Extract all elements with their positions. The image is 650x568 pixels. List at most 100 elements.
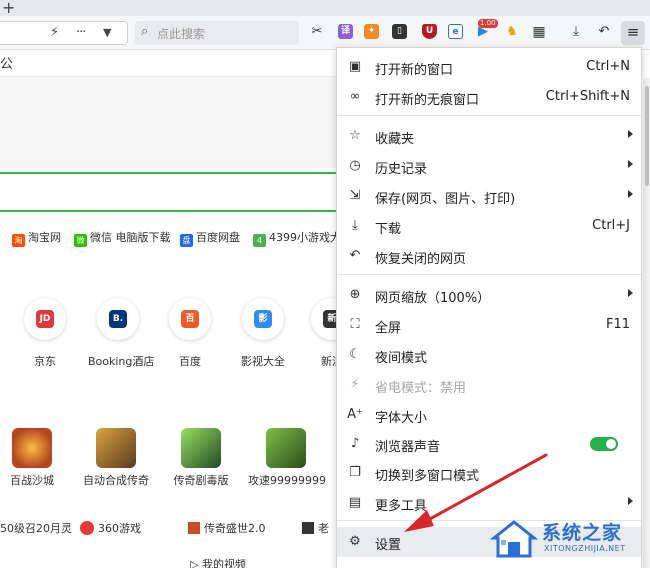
taobao-icon: 淘 [12,234,25,247]
game-label: 攻速99999999 [248,474,326,487]
menu-item-fullscreen[interactable]: ⛶ 全屏 F11 [337,310,641,340]
submenu-arrow-icon [628,190,633,198]
font-size-icon: A⁺ [347,407,363,422]
extension-reader-icon[interactable]: ▯ [392,24,407,39]
menu-item-night-mode[interactable]: ☾ 夜间模式 [337,340,641,370]
menu-item-zoom[interactable]: ⊕ 网页缩放（100%） [337,280,641,310]
submenu-arrow-icon [628,497,633,505]
star-icon: ☆ [349,128,361,143]
more-icon[interactable]: ··· [76,25,86,40]
new-tab-button[interactable]: + [2,0,15,17]
submenu-arrow-icon [628,160,633,168]
extension-e-icon[interactable]: e [448,24,463,39]
game-tile[interactable]: 自动合成传奇 [80,428,152,488]
gear-icon: ⚙ [349,534,361,549]
main-menu-button[interactable]: ≡ [621,21,645,45]
baidu-pan-icon: 盘 [180,234,193,247]
scrollbar-thumb[interactable] [645,86,649,186]
game-tile[interactable]: 百战沙城 [6,428,58,488]
extension-game-icon[interactable]: ✦ [364,24,379,39]
sound-toggle[interactable] [590,437,618,451]
quick-link[interactable]: 淘淘宝网 [12,229,61,247]
menu-item-label: 打开新的窗口 [375,63,454,78]
house-logo-icon [490,520,538,558]
menu-item-new-incognito-window[interactable]: ∞ 打开新的无痕窗口 Ctrl+Shift+N [337,82,641,112]
game-thumbnail [96,428,136,468]
menu-item-shortcut: Ctrl+Shift+N [545,89,630,104]
menu-item-history[interactable]: ◷ 历史记录 [337,151,641,181]
menu-item-label: 收藏夹 [375,132,415,147]
zoom-icon: ⊕ [349,287,361,302]
menu-item-label: 网页缩放（100%） [375,291,491,306]
toolbox-icon: ▤ [348,495,362,510]
site-tile[interactable]: 影 影视大全 [233,298,293,369]
bottom-link[interactable]: 老 [302,520,329,536]
quick-link[interactable]: 微微信 电脑版下载 [74,229,171,247]
speaker-icon: ♪ [350,436,360,451]
menu-item-browser-sound[interactable]: ♪ 浏览器声音 [337,429,641,459]
extension-cat-icon[interactable]: ♞ [503,23,521,41]
menu-item-new-window[interactable]: ▣ 打开新的窗口 Ctrl+N [337,52,641,82]
game-thumbnail [181,428,221,468]
menu-item-power-saving: ⚡ 省电模式：禁用 [337,370,641,400]
game-shortcuts: 百战沙城 自动合成传奇 传奇剧毒版 攻速99999999 [0,428,340,490]
game-icon [188,522,200,534]
page-search-box[interactable] [0,172,340,212]
apps-grid-icon[interactable]: ▦ [530,23,548,41]
menu-item-label: 恢复关闭的网页 [375,252,467,267]
plug-icon: ⚡ [350,377,360,392]
bottom-link[interactable]: 360游戏 [80,520,141,536]
submenu-arrow-icon [628,130,633,138]
extension-translate-icon[interactable]: 译 [338,24,353,39]
site-tile[interactable]: 百 百度 [160,298,220,369]
search-input[interactable]: ⌕ 点此搜索 [135,21,299,45]
ublock-icon[interactable]: U [422,24,437,39]
bottom-link[interactable]: 50级召20月灵 [0,520,72,536]
restore-icon: ↶ [349,248,361,263]
download-toolbar-icon[interactable]: ⤓ [567,23,585,41]
window-icon: ▣ [348,59,362,74]
game-tile[interactable]: 攻速99999999 [248,428,326,488]
game-tile[interactable]: 传奇剧毒版 [170,428,232,488]
main-menu: ▣ 打开新的窗口 Ctrl+N ∞ 打开新的无痕窗口 Ctrl+Shift+N … [336,47,642,568]
notification-badge: 1.00 [478,19,498,28]
download-icon: ⤓ [352,218,358,233]
bottom-link[interactable]: 传奇盛世2.0 [188,520,266,536]
address-bar[interactable]: ⚡ ··· ▼ [0,21,128,45]
menu-item-font-size[interactable]: A⁺ 字体大小 [337,400,641,430]
chevron-down-icon[interactable]: ▼ [103,26,111,39]
game-4399-icon: 4 [253,234,266,247]
menu-item-label: 切换到多窗口模式 [375,469,480,484]
undo-icon[interactable]: ↶ [595,23,613,41]
menu-item-label: 历史记录 [375,162,428,177]
quick-link[interactable]: 4 4399小游戏大 [253,229,340,247]
menu-divider [337,115,641,116]
menu-item-label: 设置 [375,538,402,553]
menu-item-multi-window[interactable]: ❐ 切换到多窗口模式 [337,458,641,488]
moon-icon: ☾ [349,347,361,362]
scissors-icon[interactable]: ✂ [308,23,326,41]
my-videos-link[interactable]: ▷ 我的视频 [190,556,246,568]
game-360-icon [80,521,94,535]
menu-item-shortcut: F11 [605,317,630,332]
site-tile[interactable]: B. Booking酒店 [88,298,154,369]
history-icon: ◷ [349,158,361,173]
tab-strip: + [0,0,650,17]
menu-item-downloads[interactable]: ⤓ 下载 Ctrl+J [337,211,641,241]
menu-item-restore-closed[interactable]: ↶ 恢复关闭的网页 [337,241,641,271]
game-label: 传奇剧毒版 [173,474,229,487]
site-tile[interactable]: JD 京东 [15,298,75,369]
site-label: 影视大全 [241,355,285,368]
menu-item-favorites[interactable]: ☆ 收藏夹 [337,121,641,151]
site-logo-circle: B. [97,298,139,340]
search-placeholder: 点此搜索 [157,27,206,41]
menu-item-save[interactable]: ⇲ 保存(网页、图片、打印) [337,181,641,211]
wechat-icon: 微 [74,234,87,247]
lightning-icon[interactable]: ⚡ [50,25,59,40]
game-label: 百战沙城 [10,474,54,487]
game-icon [302,522,314,534]
quick-link[interactable]: 盘百度网盘 [180,229,240,247]
page-heading-fragment: 公 [0,57,14,72]
site-label: 京东 [34,355,56,368]
quick-links-bar: 淘淘宝网 微微信 电脑版下载 盘百度网盘 4 4399小游戏大 [0,229,340,247]
